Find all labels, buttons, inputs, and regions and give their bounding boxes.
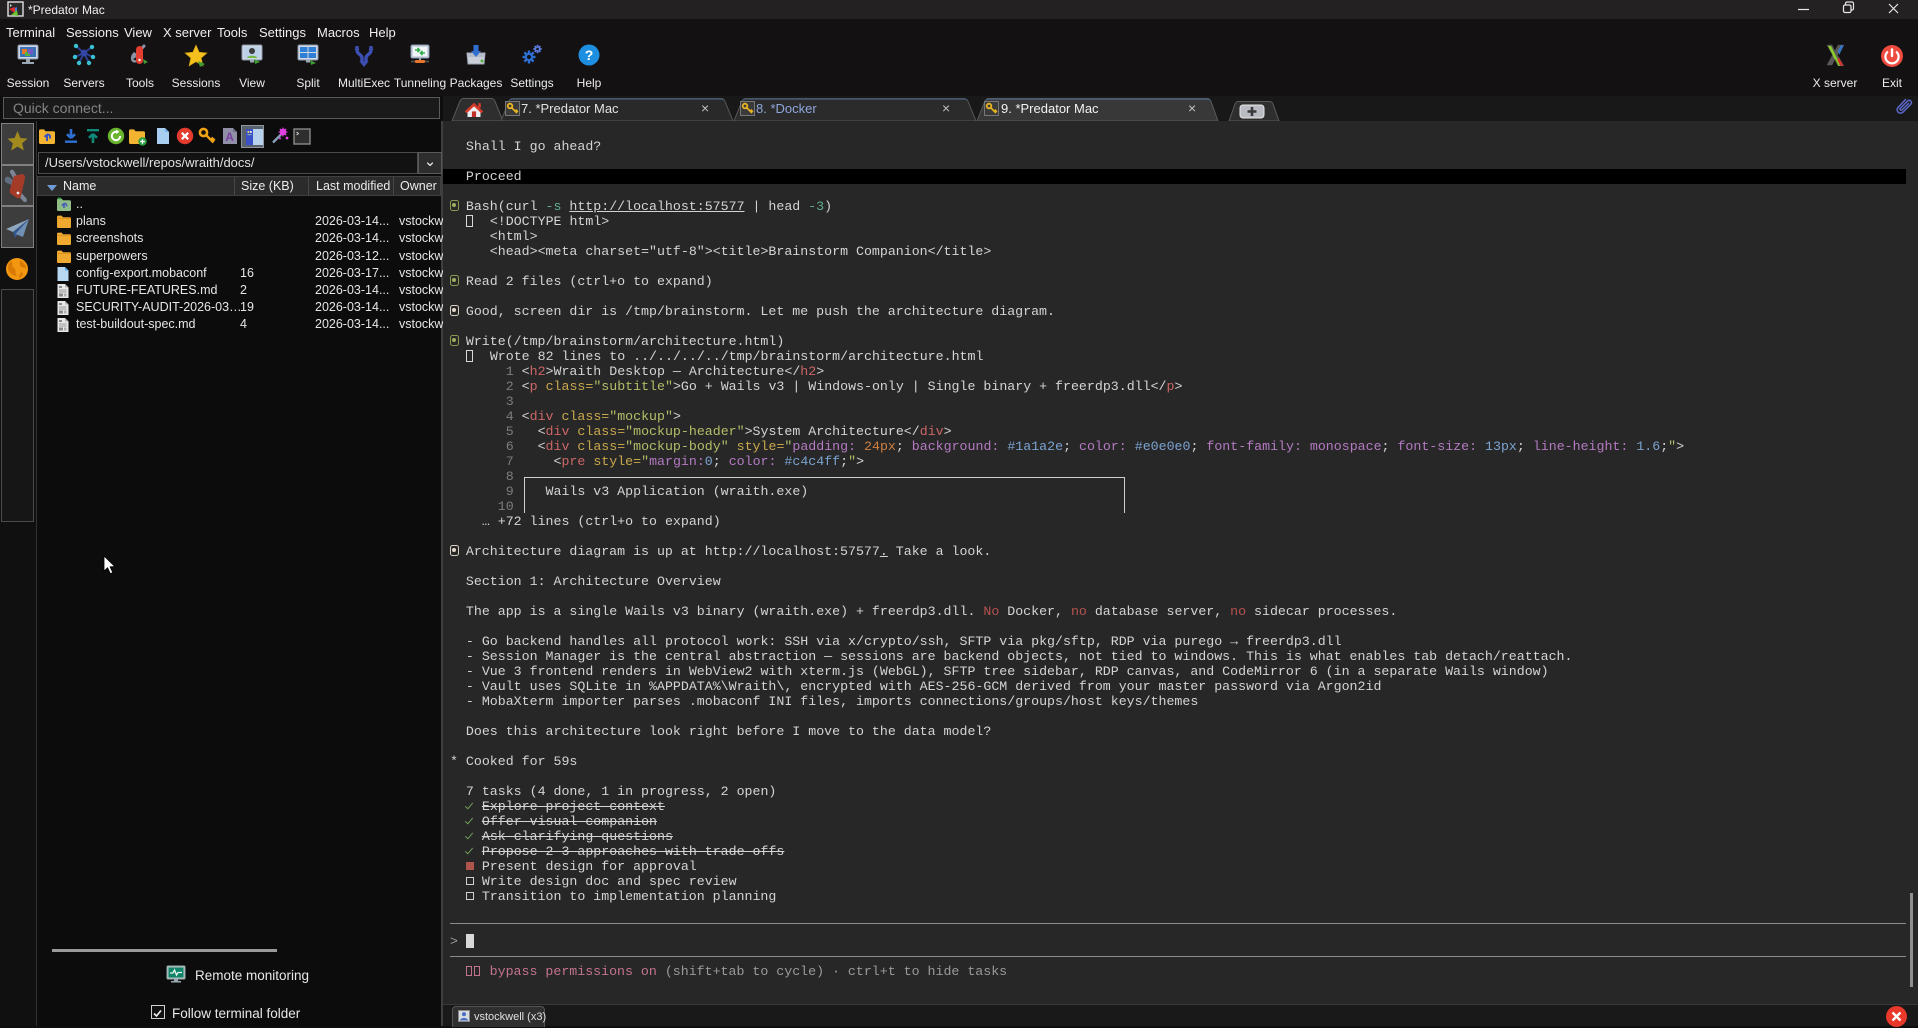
svg-text:A: A xyxy=(225,130,234,144)
svg-text:?: ? xyxy=(585,47,594,63)
